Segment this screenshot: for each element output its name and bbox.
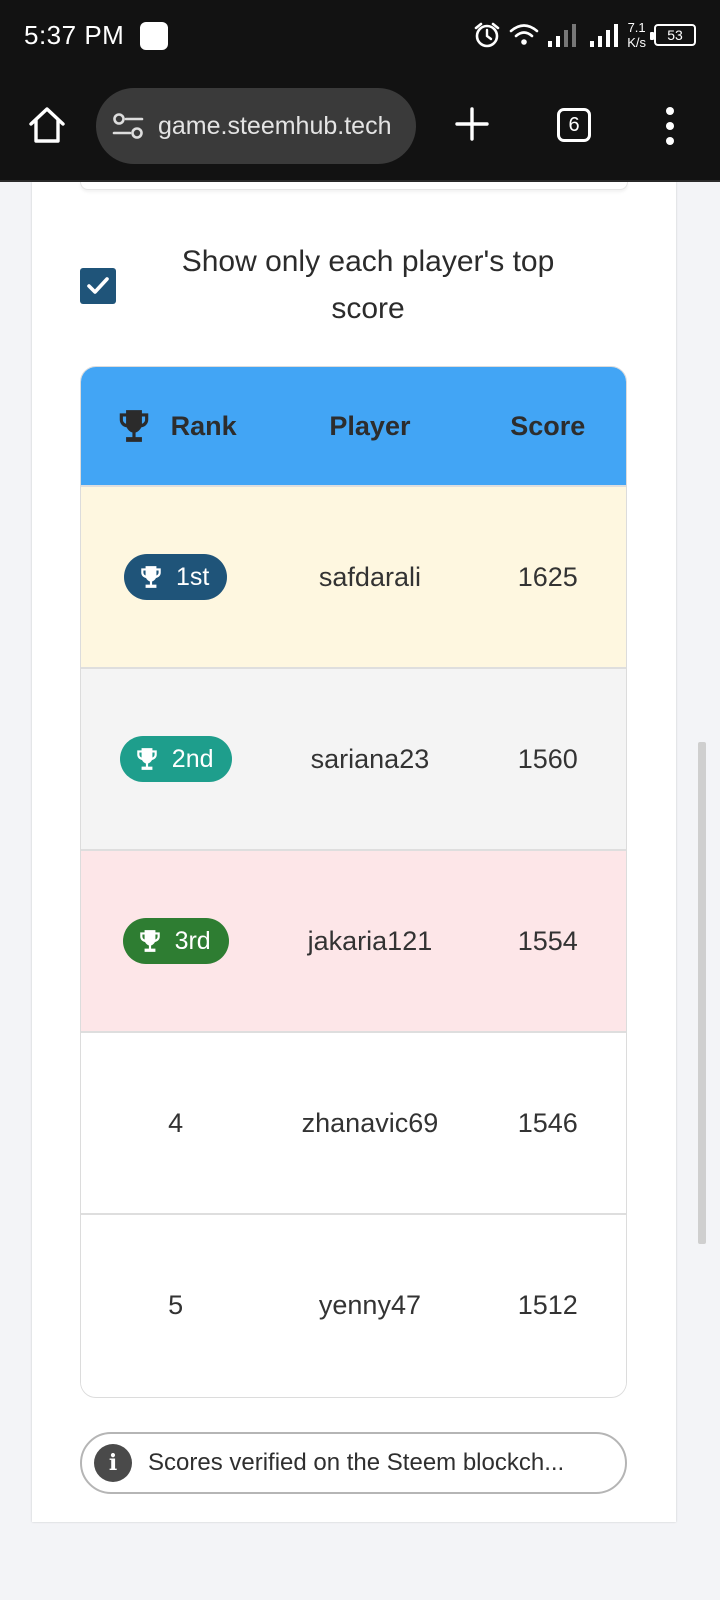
site-settings-icon[interactable] [112,112,144,140]
rank-badge-silver: 2nd [119,736,232,782]
trophy-icon [119,410,148,442]
leaderboard-table: Rank Player Score 1st safdarali 1625 2nd… [80,366,627,1398]
rank-badge-bronze: 3rd [122,918,229,964]
table-row: 3rd jakaria121 1554 [81,849,626,1031]
table-row: 4 zhanavic69 1546 [81,1031,626,1213]
player-score: 1512 [517,1289,578,1320]
table-row: 5 yenny47 1512 [81,1213,626,1395]
network-speed: 7.1 K/s [627,20,646,50]
rank-badge-gold: 1st [123,554,228,600]
checkmark-icon [87,277,109,294]
network-speed-value: 7.1 [627,20,646,35]
blockchain-verification-notice[interactable]: i Scores verified on the Steem blockch..… [80,1432,627,1494]
status-icons: 7.1 K/s 53 [473,14,696,56]
player-score: 1560 [517,743,578,774]
info-text: Scores verified on the Steem blockch... [148,1449,565,1476]
leaderboard-header: Rank Player Score [81,367,626,485]
rank-label: 3rd [174,926,211,955]
rank-header: Rank [81,407,270,445]
url-text[interactable]: game.steemhub.tech [158,112,391,141]
trophy-icon [139,930,160,952]
rank-cell: 4 [168,1107,184,1138]
top-score-filter: Show only each player's top score [80,238,628,338]
battery-level: 53 [667,27,683,43]
table-row: 1st safdarali 1625 [81,485,626,667]
page-scrollbar[interactable] [698,742,706,1244]
address-bar[interactable]: game.steemhub.tech [96,88,416,164]
top-score-checkbox[interactable] [80,268,116,304]
new-tab-icon[interactable] [452,104,492,144]
player-name: sariana23 [310,743,430,774]
player-score: 1625 [517,561,578,592]
player-score: 1554 [517,925,578,956]
top-score-filter-label[interactable]: Show only each player's top score [160,238,576,332]
table-row: 2nd sariana23 1560 [81,667,626,849]
rank-header-label: Rank [170,410,237,441]
rank-label: 1st [175,562,210,591]
info-icon: i [94,1444,132,1482]
wifi-icon [509,24,539,45]
alarm-icon [474,22,500,48]
rank-cell: 2nd [81,736,270,782]
more-menu-icon[interactable] [664,106,676,146]
previous-card-bottom [80,182,628,190]
rank-cell: 3rd [81,918,270,964]
player-name: yenny47 [318,1289,421,1320]
player-header: Player [329,410,411,441]
rank-cell: 1st [81,554,270,600]
network-speed-unit: K/s [627,35,646,50]
home-icon[interactable] [26,104,68,146]
signal-strength-icon-2 [590,24,619,47]
tab-count: 6 [568,113,580,136]
notification-app-icon [140,22,168,50]
trophy-icon [141,566,161,588]
tab-switcher-button[interactable]: 6 [557,108,591,142]
status-time: 5:37 PM [24,20,125,50]
browser-toolbar: game.steemhub.tech 6 [0,70,720,182]
player-name: zhanavic69 [301,1107,439,1138]
rank-cell: 5 [168,1289,184,1320]
battery-icon: 53 [650,24,696,46]
player-name: jakaria121 [307,925,433,956]
signal-strength-icon [548,24,577,47]
player-score: 1546 [517,1107,578,1138]
trophy-icon [137,748,157,770]
player-name: safdarali [318,561,421,592]
score-header: Score [510,410,586,441]
status-bar: 5:37 PM 7.1 K/s 53 [0,0,720,70]
rank-label: 2nd [171,744,214,773]
